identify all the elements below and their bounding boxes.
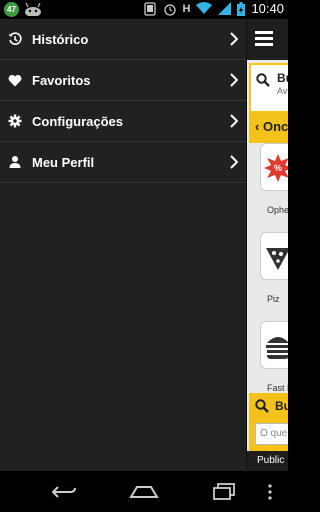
history-icon — [8, 32, 22, 46]
home-icon — [129, 486, 159, 498]
search-box-title: Bu — [275, 399, 288, 413]
overflow-menu-button[interactable] — [258, 479, 282, 505]
drawer-item-configuracoes[interactable]: Configurações — [0, 101, 246, 142]
navigation-drawer: Histórico Favoritos Configurações Meu Pe… — [0, 19, 247, 471]
menu-icon[interactable] — [255, 31, 273, 47]
status-bar: 47 H 10:40 — [0, 0, 288, 19]
status-left: 47 — [4, 2, 42, 17]
badge-icon: % — [264, 154, 288, 182]
search-icon — [255, 399, 269, 413]
signal-icon — [218, 2, 232, 15]
gear-icon — [8, 114, 22, 128]
alarm-icon — [163, 3, 176, 16]
drawer-item-label: Meu Perfil — [32, 154, 95, 170]
home-button[interactable] — [124, 479, 164, 505]
category-label: Ophe — [267, 205, 288, 215]
ad-banner[interactable]: Public — [247, 451, 288, 471]
chevron-right-icon — [230, 155, 238, 169]
screen: 47 H 10:40 Histórico Favoritos Configura… — [0, 0, 288, 512]
category-label: Fast F — [267, 383, 288, 393]
search-icon — [256, 73, 270, 87]
strip-label-text: Onc — [262, 119, 288, 134]
drawer-item-label: Histórico — [32, 31, 89, 47]
pizza-icon — [266, 248, 288, 270]
status-right: H 10:40 — [143, 1, 284, 16]
screenshot-icon — [143, 1, 156, 16]
search-card-subtitle: Av — [277, 86, 288, 96]
drawer-item-label: Configurações — [32, 113, 124, 129]
search-card-title: Bu — [277, 71, 288, 85]
search-card[interactable]: Bu Av — [249, 63, 288, 113]
network-type: H — [182, 2, 191, 15]
notification-count-badge: 47 — [4, 2, 19, 17]
back-icon — [51, 486, 76, 498]
category-tile[interactable] — [260, 232, 288, 280]
drawer-item-favoritos[interactable]: Favoritos — [0, 60, 246, 101]
category-tile[interactable] — [260, 321, 288, 369]
wifi-icon — [196, 2, 213, 14]
system-nav-bar — [0, 471, 288, 512]
status-clock: 10:40 — [251, 1, 284, 16]
category-label: Piz — [267, 294, 280, 304]
recents-icon — [213, 483, 235, 500]
svg-text:%: % — [274, 163, 282, 173]
category-tile[interactable]: % — [260, 143, 288, 191]
drawer-item-historico[interactable]: Histórico — [0, 19, 246, 60]
chevron-right-icon — [230, 73, 238, 87]
main-content-peek: Bu Av ‹ Onc % Ophe Piz — [247, 19, 288, 471]
search-input[interactable]: O que — [255, 423, 288, 445]
burger-icon — [266, 337, 288, 359]
android-icon — [25, 2, 41, 16]
heart-icon — [8, 73, 22, 87]
back-button[interactable] — [44, 479, 84, 505]
action-bar — [247, 19, 288, 60]
battery-icon — [237, 1, 246, 16]
overflow-icon — [268, 484, 272, 500]
location-strip[interactable]: ‹ Onc — [249, 111, 288, 143]
chevron-right-icon — [230, 114, 238, 128]
person-icon — [8, 155, 22, 169]
drawer-item-meu-perfil[interactable]: Meu Perfil — [0, 142, 246, 183]
location-strip-label: ‹ Onc — [255, 119, 288, 134]
chevron-right-icon — [230, 32, 238, 46]
recents-button[interactable] — [204, 479, 244, 505]
drawer-item-label: Favoritos — [32, 72, 91, 88]
